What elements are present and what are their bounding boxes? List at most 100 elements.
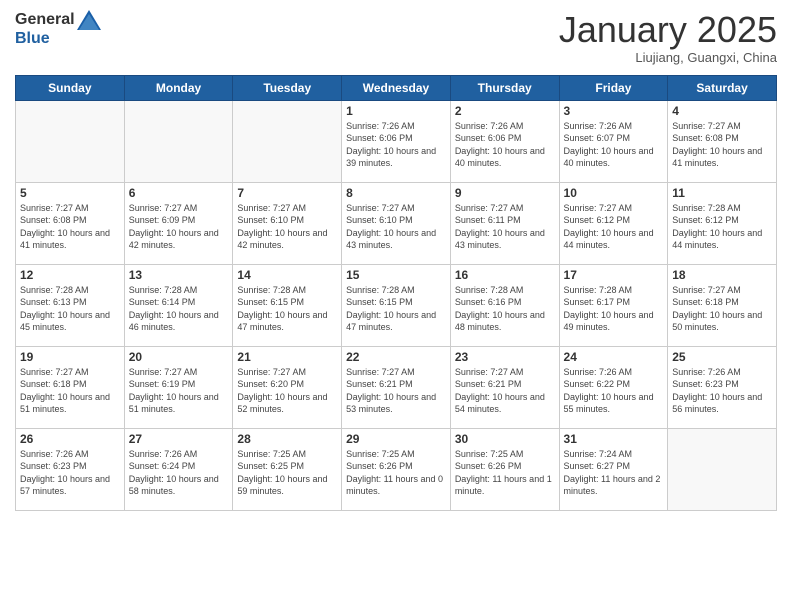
calendar-week-row: 1 Sunrise: 7:26 AMSunset: 6:06 PMDayligh… (16, 100, 777, 182)
day-info: Sunrise: 7:27 AMSunset: 6:18 PMDaylight:… (672, 284, 772, 334)
logo-triangle-icon (77, 10, 101, 30)
day-number: 20 (129, 350, 229, 364)
day-number: 5 (20, 186, 120, 200)
table-row: 29 Sunrise: 7:25 AMSunset: 6:26 PMDaylig… (342, 428, 451, 510)
day-number: 23 (455, 350, 555, 364)
day-number: 19 (20, 350, 120, 364)
day-number: 12 (20, 268, 120, 282)
day-number: 14 (237, 268, 337, 282)
day-number: 28 (237, 432, 337, 446)
table-row (16, 100, 125, 182)
table-row: 26 Sunrise: 7:26 AMSunset: 6:23 PMDaylig… (16, 428, 125, 510)
table-row: 4 Sunrise: 7:27 AMSunset: 6:08 PMDayligh… (668, 100, 777, 182)
day-number: 18 (672, 268, 772, 282)
day-info: Sunrise: 7:27 AMSunset: 6:10 PMDaylight:… (237, 202, 337, 252)
header-wednesday: Wednesday (342, 75, 451, 100)
day-number: 25 (672, 350, 772, 364)
header-saturday: Saturday (668, 75, 777, 100)
table-row: 16 Sunrise: 7:28 AMSunset: 6:16 PMDaylig… (450, 264, 559, 346)
table-row: 30 Sunrise: 7:25 AMSunset: 6:26 PMDaylig… (450, 428, 559, 510)
table-row: 22 Sunrise: 7:27 AMSunset: 6:21 PMDaylig… (342, 346, 451, 428)
day-info: Sunrise: 7:25 AMSunset: 6:25 PMDaylight:… (237, 448, 337, 498)
table-row: 1 Sunrise: 7:26 AMSunset: 6:06 PMDayligh… (342, 100, 451, 182)
table-row: 13 Sunrise: 7:28 AMSunset: 6:14 PMDaylig… (124, 264, 233, 346)
table-row: 27 Sunrise: 7:26 AMSunset: 6:24 PMDaylig… (124, 428, 233, 510)
table-row: 21 Sunrise: 7:27 AMSunset: 6:20 PMDaylig… (233, 346, 342, 428)
day-number: 29 (346, 432, 446, 446)
table-row: 11 Sunrise: 7:28 AMSunset: 6:12 PMDaylig… (668, 182, 777, 264)
table-row: 5 Sunrise: 7:27 AMSunset: 6:08 PMDayligh… (16, 182, 125, 264)
table-row (233, 100, 342, 182)
day-info: Sunrise: 7:27 AMSunset: 6:08 PMDaylight:… (20, 202, 120, 252)
day-number: 15 (346, 268, 446, 282)
day-number: 17 (564, 268, 664, 282)
header-monday: Monday (124, 75, 233, 100)
day-info: Sunrise: 7:27 AMSunset: 6:18 PMDaylight:… (20, 366, 120, 416)
day-info: Sunrise: 7:28 AMSunset: 6:14 PMDaylight:… (129, 284, 229, 334)
day-info: Sunrise: 7:26 AMSunset: 6:23 PMDaylight:… (672, 366, 772, 416)
weekday-header-row: Sunday Monday Tuesday Wednesday Thursday… (16, 75, 777, 100)
table-row: 8 Sunrise: 7:27 AMSunset: 6:10 PMDayligh… (342, 182, 451, 264)
day-info: Sunrise: 7:28 AMSunset: 6:12 PMDaylight:… (672, 202, 772, 252)
table-row: 19 Sunrise: 7:27 AMSunset: 6:18 PMDaylig… (16, 346, 125, 428)
day-number: 24 (564, 350, 664, 364)
header-tuesday: Tuesday (233, 75, 342, 100)
table-row: 18 Sunrise: 7:27 AMSunset: 6:18 PMDaylig… (668, 264, 777, 346)
day-info: Sunrise: 7:26 AMSunset: 6:24 PMDaylight:… (129, 448, 229, 498)
day-number: 31 (564, 432, 664, 446)
table-row (668, 428, 777, 510)
month-title: January 2025 (559, 10, 777, 50)
day-info: Sunrise: 7:28 AMSunset: 6:16 PMDaylight:… (455, 284, 555, 334)
day-info: Sunrise: 7:27 AMSunset: 6:21 PMDaylight:… (346, 366, 446, 416)
day-number: 4 (672, 104, 772, 118)
location: Liujiang, Guangxi, China (559, 50, 777, 65)
day-info: Sunrise: 7:26 AMSunset: 6:06 PMDaylight:… (455, 120, 555, 170)
day-number: 7 (237, 186, 337, 200)
logo-blue: Blue (15, 30, 101, 48)
day-number: 2 (455, 104, 555, 118)
day-info: Sunrise: 7:27 AMSunset: 6:12 PMDaylight:… (564, 202, 664, 252)
table-row: 24 Sunrise: 7:26 AMSunset: 6:22 PMDaylig… (559, 346, 668, 428)
table-row: 10 Sunrise: 7:27 AMSunset: 6:12 PMDaylig… (559, 182, 668, 264)
calendar-page: General Blue January 2025 Liujiang, Guan… (0, 0, 792, 612)
day-number: 16 (455, 268, 555, 282)
header-friday: Friday (559, 75, 668, 100)
day-number: 27 (129, 432, 229, 446)
day-info: Sunrise: 7:27 AMSunset: 6:08 PMDaylight:… (672, 120, 772, 170)
logo-general: General (15, 11, 75, 29)
day-info: Sunrise: 7:26 AMSunset: 6:06 PMDaylight:… (346, 120, 446, 170)
day-info: Sunrise: 7:25 AMSunset: 6:26 PMDaylight:… (346, 448, 446, 498)
day-info: Sunrise: 7:28 AMSunset: 6:13 PMDaylight:… (20, 284, 120, 334)
day-info: Sunrise: 7:27 AMSunset: 6:21 PMDaylight:… (455, 366, 555, 416)
header-sunday: Sunday (16, 75, 125, 100)
day-number: 10 (564, 186, 664, 200)
header-thursday: Thursday (450, 75, 559, 100)
day-number: 26 (20, 432, 120, 446)
day-info: Sunrise: 7:27 AMSunset: 6:19 PMDaylight:… (129, 366, 229, 416)
calendar-week-row: 12 Sunrise: 7:28 AMSunset: 6:13 PMDaylig… (16, 264, 777, 346)
table-row: 17 Sunrise: 7:28 AMSunset: 6:17 PMDaylig… (559, 264, 668, 346)
table-row: 28 Sunrise: 7:25 AMSunset: 6:25 PMDaylig… (233, 428, 342, 510)
calendar-week-row: 5 Sunrise: 7:27 AMSunset: 6:08 PMDayligh… (16, 182, 777, 264)
title-section: January 2025 Liujiang, Guangxi, China (559, 10, 777, 65)
day-info: Sunrise: 7:24 AMSunset: 6:27 PMDaylight:… (564, 448, 664, 498)
day-info: Sunrise: 7:27 AMSunset: 6:09 PMDaylight:… (129, 202, 229, 252)
table-row: 9 Sunrise: 7:27 AMSunset: 6:11 PMDayligh… (450, 182, 559, 264)
day-info: Sunrise: 7:28 AMSunset: 6:15 PMDaylight:… (237, 284, 337, 334)
logo: General Blue (15, 10, 101, 48)
day-number: 30 (455, 432, 555, 446)
logo-text-block: General Blue (15, 10, 101, 48)
day-number: 8 (346, 186, 446, 200)
day-number: 9 (455, 186, 555, 200)
table-row: 25 Sunrise: 7:26 AMSunset: 6:23 PMDaylig… (668, 346, 777, 428)
day-number: 3 (564, 104, 664, 118)
day-info: Sunrise: 7:26 AMSunset: 6:23 PMDaylight:… (20, 448, 120, 498)
calendar-table: Sunday Monday Tuesday Wednesday Thursday… (15, 75, 777, 511)
table-row: 31 Sunrise: 7:24 AMSunset: 6:27 PMDaylig… (559, 428, 668, 510)
table-row: 2 Sunrise: 7:26 AMSunset: 6:06 PMDayligh… (450, 100, 559, 182)
day-info: Sunrise: 7:28 AMSunset: 6:15 PMDaylight:… (346, 284, 446, 334)
day-info: Sunrise: 7:28 AMSunset: 6:17 PMDaylight:… (564, 284, 664, 334)
day-number: 21 (237, 350, 337, 364)
header: General Blue January 2025 Liujiang, Guan… (15, 10, 777, 65)
table-row: 20 Sunrise: 7:27 AMSunset: 6:19 PMDaylig… (124, 346, 233, 428)
